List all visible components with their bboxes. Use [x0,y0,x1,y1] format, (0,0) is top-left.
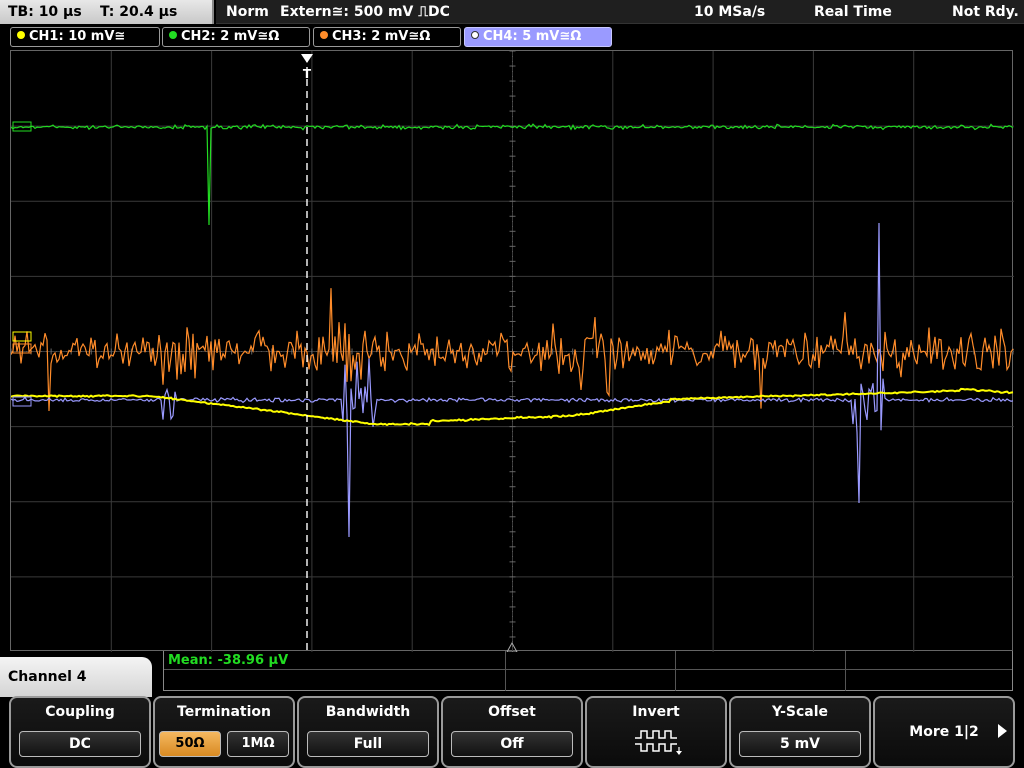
ch2-label: CH2: 2 mV≅Ω [181,29,280,44]
measure-divider [164,669,1012,670]
yscale-softkey[interactable]: Y-Scale 5 mV [729,696,871,768]
invert-softkey[interactable]: Invert [585,696,727,768]
termination-title: Termination [177,704,271,720]
channel-tabs: CH1: 10 mV≅ CH2: 2 mV≅Ω CH3: 2 mV≅Ω CH4:… [0,26,1024,48]
trigger-state: Not Rdy. [952,4,1019,20]
measurement-panel[interactable]: Mean: -38.96 µV [163,651,1013,691]
termination-1mohm-option[interactable]: 1MΩ [227,731,289,757]
menu-title: Channel 4 [0,657,152,697]
sample-rate: 10 MSa/s [694,4,766,20]
waveform-display[interactable]: T [10,50,1014,652]
acquisition-mode: Real Time [814,4,892,20]
bandwidth-title: Bandwidth [325,704,411,720]
tab-ch4[interactable]: CH4: 5 mV≅Ω [464,27,612,47]
bandwidth-value[interactable]: Full [307,731,429,757]
coupling-title: Coupling [45,704,115,720]
ch1-label: CH1: 10 mV≅ [29,29,126,44]
invert-pulse-icon [635,730,682,755]
ch3-label: CH3: 2 mV≅Ω [332,29,431,44]
measure-cell [675,651,676,691]
tab-ch2[interactable]: CH2: 2 mV≅Ω [162,27,310,47]
chevron-right-icon [998,724,1007,738]
mean-readout: Mean: -38.96 µV [168,653,289,668]
ch4-ground-marker[interactable] [12,396,32,407]
termination-50ohm-option[interactable]: 50Ω [159,731,221,757]
offset-value[interactable]: Off [451,731,573,757]
more-softkey[interactable]: More 1|2 [873,696,1015,768]
softkey-bar: Coupling DC Termination 50Ω 1MΩ Bandwidt… [0,696,1024,768]
coupling-softkey[interactable]: Coupling DC [9,696,151,768]
tab-ch1[interactable]: CH1: 10 mV≅ [10,27,160,47]
ch3-color-icon [320,31,328,39]
trigger-time-readout: T: 20.4 µs [100,4,178,20]
measure-cell [505,651,506,691]
timebase-readout: TB: 10 µs [8,4,82,20]
yscale-title: Y-Scale [771,704,828,720]
trigger-position-icon[interactable] [301,54,313,63]
ch2-trace [11,123,1014,226]
trigger-status-bar[interactable]: Norm Extern≅: 500 mV ⎍DC 10 MSa/s Real T… [216,0,1024,24]
trigger-marker-label: T [303,67,312,81]
ch1-color-icon [17,31,25,39]
ch4-label: CH4: 5 mV≅Ω [483,29,582,44]
measure-cell [845,651,846,691]
offset-softkey[interactable]: Offset Off [441,696,583,768]
offset-title: Offset [488,704,536,720]
bandwidth-softkey[interactable]: Bandwidth Full [297,696,439,768]
trigger-mode: Norm [226,4,269,20]
timebase-box[interactable]: TB: 10 µs T: 20.4 µs [0,0,214,24]
ch2-color-icon [169,31,177,39]
invert-title: Invert [632,704,680,720]
more-label: More 1|2 [909,724,979,740]
status-bar: TB: 10 µs T: 20.4 µs Norm Extern≅: 500 m… [0,0,1024,24]
trigger-source: Extern≅: 500 mV ⎍DC [280,4,450,20]
ch4-trace [11,222,1014,538]
coupling-value[interactable]: DC [19,731,141,757]
tab-ch3[interactable]: CH3: 2 mV≅Ω [313,27,461,47]
waveform-traces: T [11,54,1014,652]
ch4-color-icon [471,31,479,39]
termination-softkey[interactable]: Termination 50Ω 1MΩ [153,696,295,768]
yscale-value[interactable]: 5 mV [739,731,861,757]
